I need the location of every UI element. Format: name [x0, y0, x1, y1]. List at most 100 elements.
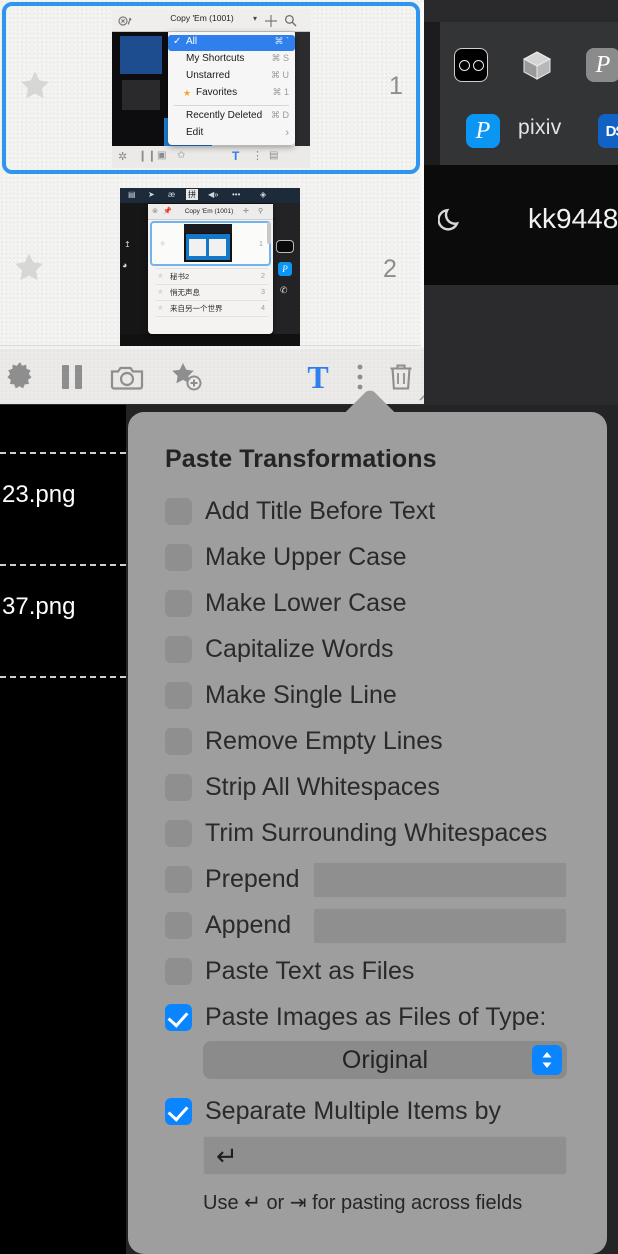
checkbox[interactable] [165, 589, 192, 617]
cube-icon[interactable] [520, 48, 554, 82]
close-icon [118, 16, 132, 26]
resize-handle[interactable] [416, 380, 424, 402]
pause-icon[interactable]: ❙❙ [138, 149, 156, 162]
filter-dropdown-menu[interactable]: ✓ All ⌘ ` My Shortcuts ⌘ S Unstarred ⌘ U… [168, 32, 295, 145]
menu-item-my-shortcuts[interactable]: My Shortcuts ⌘ S [168, 52, 295, 68]
chevron-updown-icon[interactable] [532, 1045, 562, 1075]
camera-icon[interactable] [107, 357, 147, 397]
checkbox[interactable] [165, 773, 192, 801]
checkbox[interactable] [165, 543, 192, 571]
checkbox[interactable] [165, 957, 192, 985]
option-capitalize-words[interactable]: Capitalize Words [165, 632, 394, 666]
list-item[interactable]: 9:37.png [0, 593, 75, 621]
star-add-icon[interactable]: ✩ [177, 150, 185, 161]
gear-icon[interactable]: ✲ [118, 150, 127, 163]
menu-divider [174, 105, 289, 106]
option-trim-surrounding-whitespaces[interactable]: Trim Surrounding Whitespaces [165, 816, 547, 850]
option-make-lower-case[interactable]: Make Lower Case [165, 586, 406, 620]
list-item: ★ 来自另一个世界 4 [157, 303, 265, 313]
search-icon [284, 14, 297, 27]
share-icon: ↥ [124, 240, 131, 249]
option-paste-text-as-files[interactable]: Paste Text as Files [165, 954, 414, 988]
screen-root: P P pixiv DS kk9448 4:23.png 9:37.png [0, 0, 618, 1254]
option-label: Trim Surrounding Whitespaces [205, 818, 548, 847]
list-item: ★ 悄无声息 3 [157, 287, 265, 297]
text-format-icon[interactable]: T [232, 149, 239, 163]
option-append[interactable]: Append [165, 908, 291, 942]
option-label: Strip All Whitespaces [205, 772, 440, 801]
option-label: Remove Empty Lines [205, 726, 443, 755]
option-strip-all-whitespaces[interactable]: Strip All Whitespaces [165, 770, 440, 804]
pause-icon[interactable] [52, 357, 92, 397]
ds-icon[interactable]: DS [598, 114, 618, 148]
search-icon: ⚲ [258, 208, 264, 215]
clipboard-list: 1 2 Copy 'Em (1001) ▾ ✓ All ⌘ ` My Short… [0, 0, 424, 349]
text-format-icon[interactable]: T [298, 357, 338, 397]
option-make-upper-case[interactable]: Make Upper Case [165, 540, 406, 574]
gear-icon[interactable] [0, 357, 40, 397]
row-divider [156, 316, 268, 317]
option-label: Append [205, 910, 292, 939]
trash-icon[interactable]: ▤ [269, 150, 278, 161]
star-icon: ★ [159, 239, 167, 248]
checkbox[interactable] [165, 865, 192, 893]
file-row-list: 4:23.png 9:37.png [0, 405, 126, 685]
option-label: Paste Images as Files of Type: [205, 1002, 547, 1031]
thumb-window-title: Copy 'Em (1001) [170, 13, 234, 23]
menu-item-favorites[interactable]: ★ Favorites ⌘ 1 [168, 86, 295, 102]
checkbox[interactable] [165, 497, 192, 525]
star-add-icon[interactable] [167, 357, 207, 397]
option-label: Make Upper Case [205, 542, 407, 571]
move-icon: ✛ [243, 208, 249, 215]
checkbox[interactable] [165, 681, 192, 709]
clipboard-thumbnail-image[interactable]: Copy 'Em (1001) ▾ ✓ All ⌘ ` My Shortcuts… [112, 10, 310, 168]
option-label: Add Title Before Text [205, 496, 436, 525]
popover-arrow [346, 388, 394, 414]
camera-icon[interactable]: ▣ [157, 150, 166, 161]
menu-item-edit[interactable]: Edit › [168, 126, 295, 142]
star-icon[interactable] [18, 68, 52, 102]
list-item[interactable]: 4:23.png [0, 481, 75, 509]
option-remove-empty-lines[interactable]: Remove Empty Lines [165, 724, 443, 758]
scrollbar-track[interactable] [421, 2, 424, 347]
option-paste-images-as-files[interactable]: Paste Images as Files of Type: [165, 1000, 546, 1034]
checkbox[interactable] [165, 727, 192, 755]
app-icon-grid: P P pixiv DS [440, 40, 618, 160]
option-separate-multiple-items[interactable]: Separate Multiple Items by [165, 1094, 501, 1128]
more-vertical-icon[interactable]: ⋮ [252, 149, 263, 162]
pixiv-blue-icon[interactable]: P [466, 114, 500, 148]
pixiv-gray-icon[interactable]: P [586, 48, 618, 82]
file-divider [0, 452, 126, 454]
row-number: 2 [383, 255, 397, 283]
option-make-single-line[interactable]: Make Single Line [165, 678, 397, 712]
checkbox[interactable] [165, 819, 192, 847]
clipboard-thumbnail-image[interactable]: ▤ ➤ æ 拼 ◀» ••• ◈ P ↥ ◕ ✆ ⊗ 📌 Copy 'Em (1… [120, 188, 300, 346]
menu-item-unstarred[interactable]: Unstarred ⌘ U [168, 69, 295, 85]
scrollbar-thumb[interactable] [267, 222, 271, 244]
page-title: Paste Transformations [165, 445, 437, 473]
checkbox[interactable] [165, 1003, 192, 1031]
thumb-titlebar: ⊗ 📌 Copy 'Em (1001) ✛ ⚲ [148, 204, 273, 220]
file-divider [0, 676, 126, 678]
copy-em-window: 1 2 Copy 'Em (1001) ▾ ✓ All ⌘ ` My Short… [0, 0, 424, 404]
image-type-select[interactable]: Original [203, 1041, 567, 1079]
checkbox[interactable] [165, 1097, 192, 1125]
star-icon: ★ [183, 88, 192, 98]
checkbox[interactable] [165, 635, 192, 663]
pin-icon: 📌 [163, 208, 172, 215]
thumb-mini-image [184, 224, 232, 262]
star-icon[interactable] [12, 250, 46, 284]
flickr-icon[interactable] [454, 48, 488, 82]
option-prepend[interactable]: Prepend [165, 862, 300, 896]
ime-icon: 拼 [186, 189, 198, 200]
menu-item-recently-deleted[interactable]: Recently Deleted ⌘ D [168, 109, 295, 125]
prepend-input[interactable] [313, 862, 567, 898]
checkbox[interactable] [165, 911, 192, 939]
menu-item-all[interactable]: ✓ All ⌘ ` [168, 35, 295, 51]
ae-icon: æ [168, 190, 176, 199]
option-add-title-before-text[interactable]: Add Title Before Text [165, 494, 435, 528]
append-input[interactable] [313, 908, 567, 944]
thumb-window-title: Copy 'Em (1001) [184, 207, 234, 215]
option-label: Capitalize Words [205, 634, 394, 663]
separator-input[interactable]: ↵ [203, 1136, 567, 1175]
